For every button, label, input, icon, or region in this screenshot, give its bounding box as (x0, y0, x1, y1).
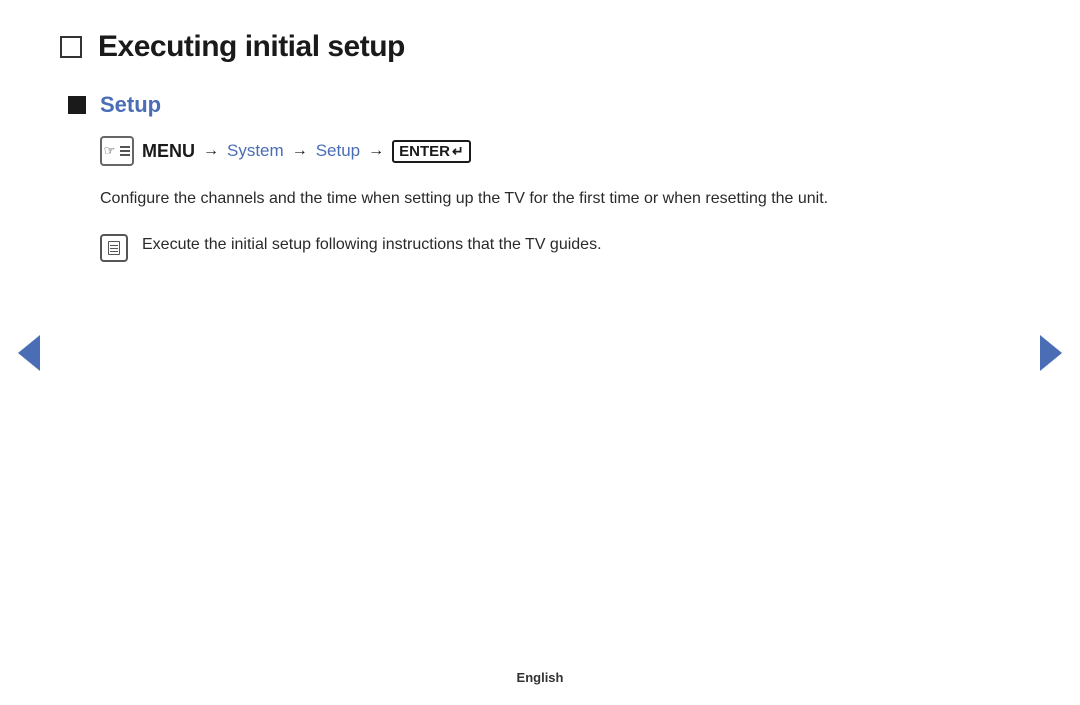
menu-word: MENU (142, 141, 195, 162)
nav-prev-button[interactable] (18, 335, 40, 371)
arrow-1: → (203, 142, 219, 160)
description-text: Configure the channels and the time when… (100, 186, 970, 212)
section-title: Setup (100, 92, 161, 118)
arrow-3: → (368, 142, 384, 160)
menu-bars (120, 146, 130, 156)
page-title: Executing initial setup (98, 30, 405, 64)
note-icon (100, 234, 128, 262)
system-link: System (227, 141, 284, 161)
section: Setup ☞ MENU → System → Setup → ENTER↵ (68, 92, 1000, 262)
note-row: Execute the initial setup following inst… (100, 232, 1000, 262)
arrow-2: → (292, 142, 308, 160)
section-title-row: Setup (68, 92, 1000, 118)
finger-icon: ☞ (104, 143, 116, 159)
note-line-2 (110, 248, 118, 250)
menu-bar-3 (120, 154, 130, 156)
page-title-row: Executing initial setup (60, 30, 1000, 64)
menu-path-row: ☞ MENU → System → Setup → ENTER↵ (100, 136, 1000, 166)
menu-bar-2 (120, 150, 130, 152)
black-square-icon (68, 96, 86, 114)
enter-icon: ENTER↵ (392, 140, 471, 163)
note-text: Execute the initial setup following inst… (142, 232, 602, 258)
checkbox-icon (60, 36, 82, 58)
menu-bar-1 (120, 146, 130, 148)
note-icon-inner (108, 241, 120, 255)
enter-text: ENTER (399, 143, 450, 160)
nav-next-button[interactable] (1040, 335, 1062, 371)
menu-icon: ☞ (100, 136, 134, 166)
enter-arrow-icon: ↵ (452, 143, 464, 160)
note-line-1 (110, 245, 118, 247)
footer-language: English (517, 670, 564, 685)
note-line-3 (110, 251, 118, 253)
main-content: Executing initial setup Setup ☞ MENU → S… (0, 0, 1080, 262)
setup-link: Setup (316, 141, 360, 161)
